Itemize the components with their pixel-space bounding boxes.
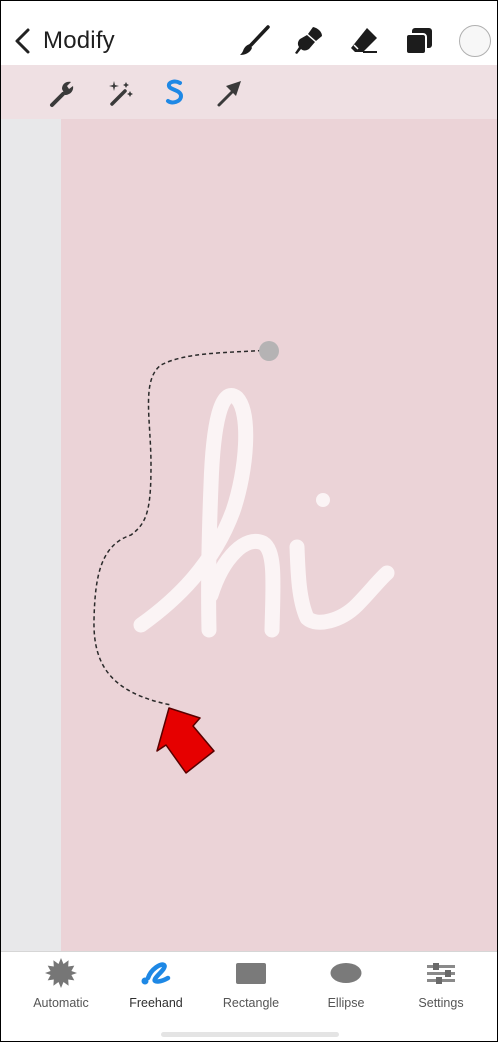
mode-settings[interactable]: Settings [393, 958, 489, 1016]
layers-tool-button[interactable] [401, 23, 437, 59]
layers-icon [405, 28, 432, 55]
red-annotation-arrow [156, 707, 215, 774]
mode-label: Automatic [33, 996, 89, 1010]
i-dot [316, 493, 330, 507]
mode-label: Settings [418, 996, 464, 1010]
mode-label: Ellipse [327, 996, 365, 1010]
starburst-icon [45, 958, 77, 988]
mode-label: Freehand [129, 996, 183, 1010]
sliders-icon [427, 963, 455, 984]
freehand-icon [141, 962, 171, 985]
brush-tool-button[interactable] [237, 23, 273, 59]
eraser-icon [351, 28, 377, 53]
mode-ellipse[interactable]: Ellipse [298, 958, 394, 1016]
canvas-drawing [93, 341, 395, 774]
brush-icon [240, 25, 270, 55]
chevron-left-icon [15, 28, 30, 54]
mode-label: Rectangle [222, 996, 280, 1010]
smudge-tool-button[interactable] [291, 23, 327, 59]
app-frame: Modify Automatic Freehand Rectangle Elli… [0, 0, 498, 1042]
color-swatch[interactable] [459, 25, 491, 57]
mode-freehand[interactable]: Freehand [108, 958, 204, 1016]
home-indicator[interactable] [161, 1032, 339, 1037]
lasso-start-handle [259, 341, 279, 361]
back-button[interactable]: Modify [11, 19, 131, 63]
canvas-area [1, 65, 497, 951]
back-label: Modify [43, 27, 115, 54]
ellipse-icon [330, 963, 362, 983]
mode-automatic[interactable]: Automatic [13, 958, 109, 1016]
top-toolbar: Modify [1, 1, 497, 65]
smudge-icon [295, 27, 322, 54]
eraser-tool-button[interactable] [346, 23, 382, 59]
selection-mode-bar: Automatic Freehand Rectangle Ellipse Set… [1, 951, 497, 1041]
hi-lettering [133, 388, 395, 638]
rectangle-icon [236, 963, 266, 984]
mode-rectangle[interactable]: Rectangle [203, 958, 299, 1016]
